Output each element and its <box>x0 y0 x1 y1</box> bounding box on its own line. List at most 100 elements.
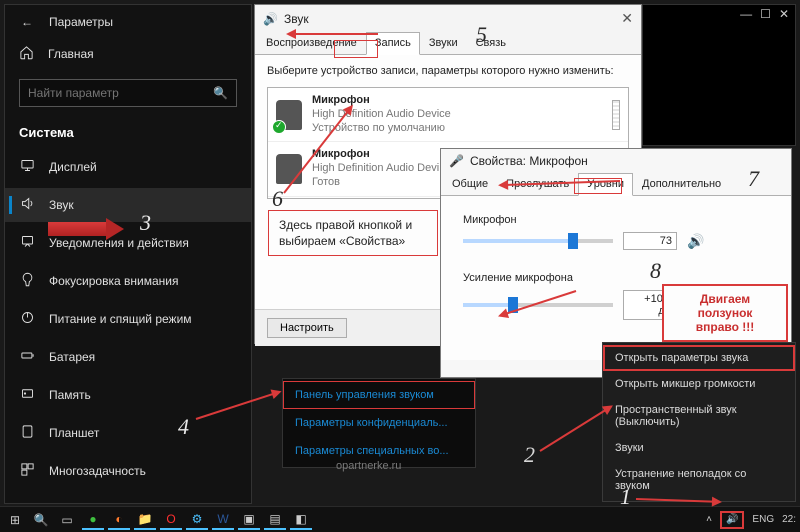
annotation-highlight <box>334 40 378 58</box>
home-nav[interactable]: Главная <box>5 35 251 73</box>
home-label: Главная <box>48 47 94 61</box>
taskbar-app[interactable]: O <box>160 510 182 530</box>
sound-icon <box>19 196 35 214</box>
microphone-icon <box>276 154 302 184</box>
device-driver: High Definition Audio Devi <box>312 162 439 176</box>
annotation-number-8: 8 <box>650 258 661 284</box>
ctx-troubleshoot[interactable]: Устранение неполадок со звуком <box>603 461 795 499</box>
taskbar-app[interactable]: ◧ <box>290 510 312 530</box>
settings-sidebar: ← Параметры Главная 🔍 Система Дисплей Зв… <box>4 4 252 504</box>
link-sound-control-panel[interactable]: Панель управления звуком <box>283 381 475 409</box>
taskbar-app[interactable]: ▤ <box>264 510 286 530</box>
tab-comm[interactable]: Связь <box>467 32 515 54</box>
nav-power[interactable]: Питание и спящий режим <box>5 302 251 336</box>
device-row[interactable]: Микрофон High Definition Audio Device Ус… <box>268 88 628 142</box>
taskbar-app[interactable]: W <box>212 510 234 530</box>
focus-icon <box>19 272 35 290</box>
close-icon[interactable]: ✕ <box>621 10 633 27</box>
notifications-icon <box>19 234 35 252</box>
maximize-icon[interactable]: ☐ <box>760 7 771 25</box>
search-input[interactable] <box>28 86 198 100</box>
section-label: Система <box>5 121 251 150</box>
settings-title: Параметры <box>49 15 113 29</box>
mic-dialog-title: Свойства: Микрофон <box>470 154 588 168</box>
ctx-open-sound-settings[interactable]: Открыть параметры звука <box>603 345 795 371</box>
device-name: Микрофон <box>312 148 439 162</box>
nav-label: Питание и спящий режим <box>49 312 192 326</box>
start-icon[interactable]: ⊞ <box>4 510 26 530</box>
search-icon: 🔍 <box>213 86 228 100</box>
background-window: — ☐ ✕ <box>642 4 796 146</box>
tray-chevron-icon[interactable]: ˄ <box>706 514 712 525</box>
tab-advanced[interactable]: Дополнительно <box>633 173 730 195</box>
taskbar-app[interactable]: ● <box>82 510 104 530</box>
mic-level-slider[interactable] <box>463 233 613 249</box>
link-privacy[interactable]: Параметры конфиденциаль... <box>283 409 475 437</box>
microphone-icon <box>276 100 302 130</box>
ctx-open-mixer[interactable]: Открыть микшер громкости <box>603 371 795 397</box>
tab-sounds[interactable]: Звуки <box>420 32 467 54</box>
speaker-icon: 🔊 <box>263 12 278 26</box>
minimize-icon[interactable]: — <box>740 7 752 25</box>
nav-multitask[interactable]: Многозадачность <box>5 454 251 488</box>
nav-label: Фокусировка внимания <box>49 274 178 288</box>
back-icon[interactable]: ← <box>19 15 35 29</box>
tab-general[interactable]: Общие <box>443 173 497 195</box>
nav-label: Память <box>49 388 91 402</box>
annotation-number-6: 6 <box>272 186 283 212</box>
speaker-icon[interactable]: 🔊 <box>687 233 704 250</box>
annotation-number-5: 5 <box>476 22 487 48</box>
nav-label: Многозадачность <box>49 464 146 478</box>
taskbar-app[interactable]: ▣ <box>238 510 260 530</box>
annotation-text-box: Здесь правой кнопкой ивыбираем «Свойства… <box>268 210 438 256</box>
mic-level-value[interactable]: 73 <box>623 232 677 250</box>
search-icon[interactable]: 🔍 <box>30 510 52 530</box>
battery-icon <box>19 348 35 366</box>
close-icon[interactable]: ✕ <box>779 7 789 25</box>
nav-notifications[interactable]: Уведомления и действия <box>5 226 251 260</box>
ctx-sounds[interactable]: Звуки <box>603 435 795 461</box>
annotation-number-2: 2 <box>524 442 535 468</box>
taskbar-app[interactable]: ⚙ <box>186 510 208 530</box>
mic-titlebar[interactable]: 🎤 Свойства: Микрофон <box>441 149 791 173</box>
device-name: Микрофон <box>312 94 451 108</box>
annotation-number-3: 3 <box>140 210 151 236</box>
nav-focus[interactable]: Фокусировка внимания <box>5 264 251 298</box>
nav-sound[interactable]: Звук <box>5 188 251 222</box>
ctx-spatial-sound[interactable]: Пространственный звук (Выключить) <box>603 397 795 435</box>
search-input-wrap[interactable]: 🔍 <box>19 79 237 107</box>
sound-dialog-title: Звук <box>284 12 309 26</box>
multitask-icon <box>19 462 35 480</box>
annotation-number-4: 4 <box>178 414 189 440</box>
nav-storage[interactable]: Память <box>5 378 251 412</box>
sound-instructions: Выберите устройство записи, параметры ко… <box>267 65 629 77</box>
nav-label: Дисплей <box>49 160 97 174</box>
taskbar-app[interactable]: ◐ <box>108 510 130 530</box>
annotation-arrow <box>539 406 611 452</box>
taskbar[interactable]: ⊞ 🔍 ▭ ● ◐ 📁 O ⚙ W ▣ ▤ ◧ ˄ 🔊 ENG 22: <box>0 506 800 532</box>
annotation-number-7: 7 <box>748 166 759 192</box>
home-icon <box>19 45 34 63</box>
annotation-highlight <box>574 178 622 194</box>
nav-label: Планшет <box>49 426 99 440</box>
watermark: opartnerke.ru <box>336 460 401 472</box>
nav-label: Батарея <box>49 350 95 364</box>
settings-header: ← Параметры <box>5 5 251 35</box>
nav-tablet[interactable]: Планшет <box>5 416 251 450</box>
sound-titlebar[interactable]: 🔊 Звук ✕ <box>255 5 641 32</box>
mic-boost-label: Усиление микрофона <box>463 272 769 284</box>
mic-boost-slider[interactable] <box>463 297 613 313</box>
clock[interactable]: 22: <box>782 514 796 525</box>
lang-indicator[interactable]: ENG <box>752 514 774 525</box>
annotation-arrow <box>48 222 110 236</box>
taskbar-app[interactable]: 📁 <box>134 510 156 530</box>
volume-context-menu: Открыть параметры звука Открыть микшер г… <box>602 342 796 502</box>
mic-level-label: Микрофон <box>463 214 769 226</box>
device-driver: High Definition Audio Device <box>312 108 451 122</box>
configure-button[interactable]: Настроить <box>267 318 347 338</box>
volume-tray-icon[interactable]: 🔊 <box>720 511 744 529</box>
nav-display[interactable]: Дисплей <box>5 150 251 184</box>
taskview-icon[interactable]: ▭ <box>56 510 78 530</box>
level-meter <box>612 100 620 130</box>
nav-battery[interactable]: Батарея <box>5 340 251 374</box>
